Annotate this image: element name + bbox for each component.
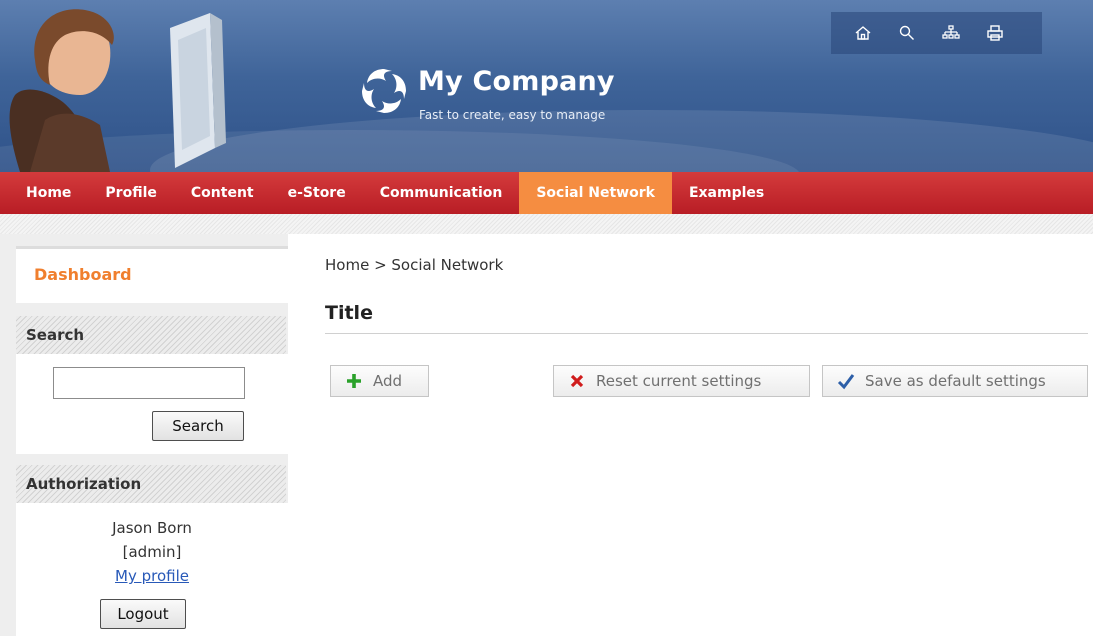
print-icon [987, 25, 1003, 41]
plus-icon [345, 372, 363, 390]
search-box-heading: Search [16, 316, 286, 354]
header-divider-stripe [0, 214, 1093, 234]
nav-item-social-network[interactable]: Social Network [519, 172, 672, 214]
logo-swirl-icon [362, 69, 406, 113]
breadcrumb: Home > Social Network [325, 256, 504, 274]
search-button[interactable]: Search [152, 411, 244, 441]
search-input[interactable] [53, 367, 245, 399]
dashboard-link[interactable]: Dashboard [34, 265, 132, 284]
reset-settings-label: Reset current settings [596, 372, 762, 390]
close-icon [568, 372, 586, 390]
logo-title: My Company [418, 66, 615, 97]
authorization-box-heading: Authorization [16, 465, 286, 503]
company-logo[interactable]: My Company Fast to create, easy to manag… [358, 62, 648, 132]
home-tool-button[interactable] [841, 21, 885, 45]
save-default-settings-button[interactable]: Save as default settings [822, 365, 1088, 397]
header-toolbar [831, 12, 1042, 54]
search-heading: Search [26, 326, 85, 344]
nav-item-examples[interactable]: Examples [672, 172, 781, 214]
my-profile-link[interactable]: My profile [16, 567, 288, 585]
reset-settings-button[interactable]: Reset current settings [553, 365, 810, 397]
authorization-heading: Authorization [26, 475, 142, 493]
sidebar: Dashboard Search Search Authorization Ja… [0, 234, 288, 636]
site-header: My Company Fast to create, easy to manag… [0, 0, 1093, 172]
nav-item-profile[interactable]: Profile [88, 172, 173, 214]
nav-item-estore[interactable]: e-Store [271, 172, 363, 214]
search-tool-button[interactable] [885, 21, 929, 45]
print-tool-button[interactable] [973, 21, 1017, 45]
logo-tagline: Fast to create, easy to manage [419, 108, 606, 122]
sitemap-tool-button[interactable] [929, 21, 973, 45]
logout-button[interactable]: Logout [100, 599, 186, 629]
header-monitor-image [170, 13, 226, 168]
nav-item-home[interactable]: Home [0, 172, 88, 214]
main-navigation: Home Profile Content e-Store Communicati… [0, 172, 1093, 214]
search-box: Search [16, 354, 288, 454]
dashboard-panel: Dashboard [16, 246, 288, 303]
user-name: Jason Born [112, 519, 192, 537]
title-divider [325, 333, 1088, 334]
header-person-image [9, 9, 114, 172]
search-icon [899, 25, 914, 40]
page-title: Title [325, 302, 373, 324]
nav-item-communication[interactable]: Communication [363, 172, 520, 214]
nav-item-content[interactable]: Content [174, 172, 271, 214]
checkmark-icon [837, 372, 855, 390]
home-icon [855, 26, 871, 40]
authorization-box: Jason Born [admin] My profile Logout [16, 503, 288, 636]
save-default-settings-label: Save as default settings [865, 372, 1046, 390]
sitemap-icon [942, 25, 960, 39]
user-role: [admin] [122, 543, 182, 561]
add-button[interactable]: Add [330, 365, 429, 397]
add-button-label: Add [373, 372, 403, 390]
